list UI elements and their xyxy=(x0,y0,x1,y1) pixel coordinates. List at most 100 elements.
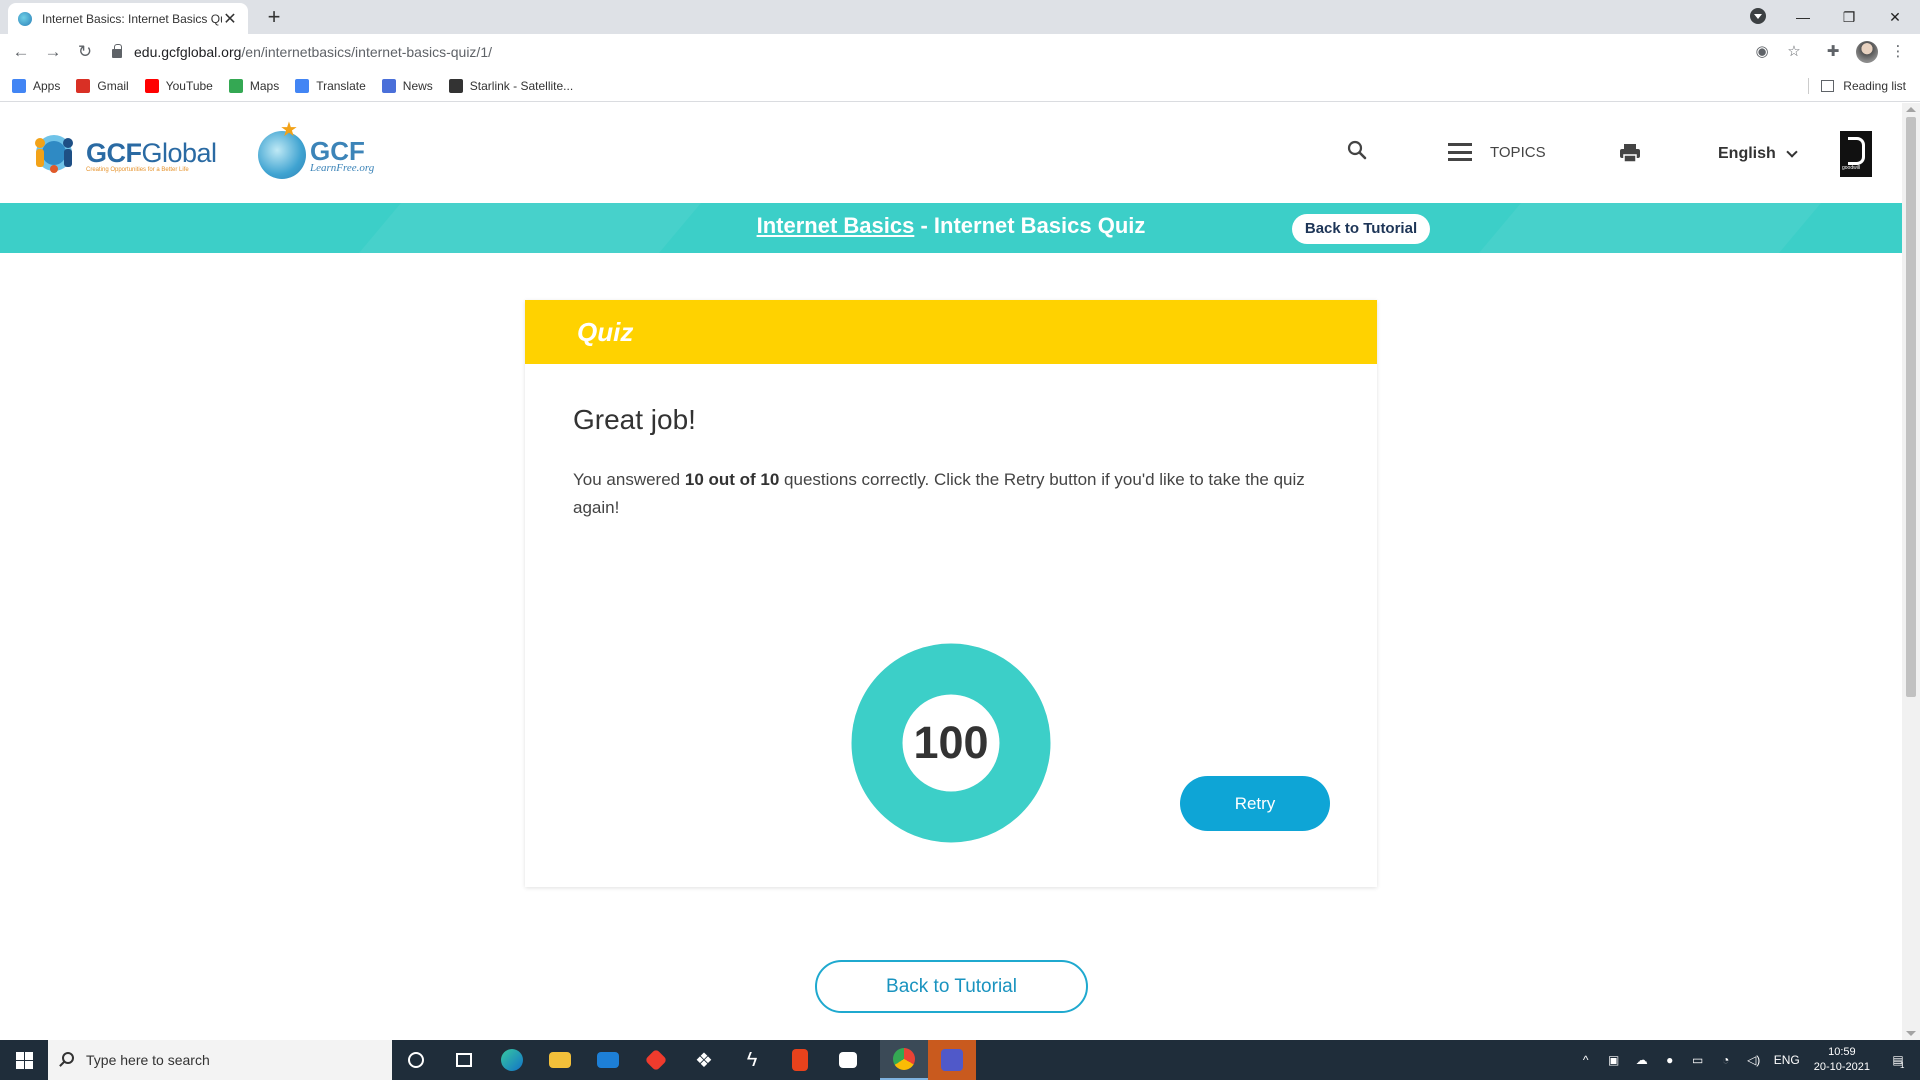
bookmark-item[interactable]: Gmail xyxy=(76,78,129,93)
close-tab-icon[interactable]: ✕ xyxy=(222,9,238,29)
forward-arrow-icon[interactable]: → xyxy=(42,41,64,63)
quiz-header: Quiz xyxy=(525,300,1377,364)
extensions-puzzle-icon[interactable]: ✚ xyxy=(1823,42,1843,60)
reading-list-button[interactable]: Reading list xyxy=(1821,70,1906,102)
bookmark-star-icon[interactable]: ☆ xyxy=(1784,42,1804,60)
hamburger-menu-icon xyxy=(1448,143,1472,161)
clock-date: 20-10-2021 xyxy=(1813,1061,1870,1073)
battery-icon[interactable]: ▭ xyxy=(1690,1053,1706,1067)
page-title: Internet Basics Quiz xyxy=(933,213,1146,238)
bookmark-item[interactable]: Starlink - Satellite... xyxy=(448,78,574,93)
search-icon xyxy=(62,1052,74,1064)
gcfglobal-logo[interactable]: GCFGlobal Creating Opportunities for a B… xyxy=(28,129,217,181)
youtube-icon xyxy=(144,78,159,93)
mail-icon[interactable] xyxy=(584,1040,632,1080)
tracking-eye-off-icon[interactable]: ◉ xyxy=(1752,42,1772,60)
print-icon[interactable] xyxy=(1619,143,1641,163)
notification-center-icon[interactable]: ▤ 1 xyxy=(1890,1053,1906,1070)
more-menu-icon[interactable]: ⋮ xyxy=(1888,42,1908,60)
back-to-tutorial-button[interactable]: Back to Tutorial xyxy=(815,960,1088,1013)
result-score: 10 out of 10 xyxy=(684,470,780,489)
lock-icon[interactable] xyxy=(112,44,122,58)
minimize-button[interactable]: — xyxy=(1780,0,1826,34)
language-select[interactable]: English xyxy=(1718,145,1798,163)
scroll-down-arrow-icon[interactable] xyxy=(1906,1031,1916,1036)
bookmark-item[interactable]: YouTube xyxy=(144,78,213,93)
clock-time: 10:59 xyxy=(1828,1046,1856,1058)
microphone-icon[interactable]: ● xyxy=(1662,1053,1678,1067)
wifi-icon[interactable]: ◔ xyxy=(1718,1053,1734,1067)
bookmark-label: Translate xyxy=(316,78,366,93)
web-page: GCFGlobal Creating Opportunities for a B… xyxy=(0,103,1902,1040)
edge-icon[interactable] xyxy=(488,1040,536,1080)
scrollbar-thumb[interactable] xyxy=(1906,117,1916,697)
language-label: English xyxy=(1718,145,1776,162)
score-value: 100 xyxy=(913,717,989,768)
browser-tab-active[interactable]: Internet Basics: Internet Basics Qu ✕ xyxy=(8,3,248,34)
close-window-button[interactable]: ✕ xyxy=(1872,0,1918,34)
office-icon[interactable] xyxy=(776,1040,824,1080)
new-tab-button[interactable]: + xyxy=(260,4,288,30)
score-ring: 100 xyxy=(851,643,1051,843)
gcf-learnfree-logo[interactable]: ★ GCF LearnFree.org xyxy=(258,119,375,179)
taskbar-clock[interactable]: 10:59 20-10-2021 xyxy=(1814,1045,1870,1075)
teams-icon[interactable] xyxy=(928,1040,976,1080)
bookmark-label: Starlink - Satellite... xyxy=(469,78,574,93)
bookmarks-separator xyxy=(1808,78,1809,94)
bookmark-item[interactable]: Translate xyxy=(295,78,366,93)
scroll-up-arrow-icon[interactable] xyxy=(1906,107,1916,112)
bookmark-label: Apps xyxy=(33,78,61,93)
result-prefix: You answered xyxy=(573,470,685,489)
topics-menu-button[interactable]: TOPICS xyxy=(1448,143,1546,161)
profile-avatar[interactable] xyxy=(1856,41,1878,63)
system-tray: ^ ▣ ☁ ● ▭ ◔ ◁) ENG 10:59 20-10-2021 ▤ 1 xyxy=(1572,1040,1920,1080)
windows-taskbar: Type here to search ❖ ϟ ^ ▣ ☁ ● ▭ ◔ ◁) E… xyxy=(0,1040,1920,1080)
anydesk-icon[interactable] xyxy=(632,1040,680,1080)
quiz-card: Quiz Great job! You answered 10 out of 1… xyxy=(525,300,1377,887)
onedrive-cloud-icon[interactable]: ☁ xyxy=(1634,1053,1650,1067)
topics-label: TOPICS xyxy=(1490,143,1546,161)
meet-now-icon[interactable]: ▣ xyxy=(1606,1053,1622,1067)
logo-gcf-text: GCF xyxy=(86,137,142,168)
dropbox-icon[interactable]: ❖ xyxy=(680,1040,728,1080)
course-link[interactable]: Internet Basics xyxy=(757,213,915,238)
file-explorer-icon[interactable] xyxy=(536,1040,584,1080)
input-language[interactable]: ENG xyxy=(1774,1053,1800,1067)
banner-back-to-tutorial-button[interactable]: Back to Tutorial xyxy=(1292,214,1430,244)
bookmark-item[interactable]: Maps xyxy=(228,78,279,93)
chevron-down-icon xyxy=(1786,146,1798,158)
search-icon[interactable] xyxy=(1346,139,1368,161)
back-arrow-icon[interactable]: ← xyxy=(10,41,32,63)
banner-separator: - xyxy=(914,213,934,238)
retry-button[interactable]: Retry xyxy=(1180,776,1330,831)
page-scrollbar[interactable] xyxy=(1902,103,1920,1040)
bookmark-item[interactable]: News xyxy=(381,78,433,93)
learnfree-gcf-text: GCF xyxy=(310,136,365,166)
starlink-icon xyxy=(448,78,463,93)
volume-icon[interactable]: ◁) xyxy=(1746,1053,1762,1067)
bookmark-label: News xyxy=(402,78,433,93)
cortana-icon[interactable] xyxy=(392,1040,440,1080)
task-view-icon[interactable] xyxy=(440,1040,488,1080)
reload-icon[interactable]: ↻ xyxy=(74,41,96,63)
windows-start-button[interactable] xyxy=(0,1040,48,1080)
address-bar[interactable]: edu.gcfglobal.org/en/internetbasics/inte… xyxy=(108,39,1788,65)
chrome-icon[interactable] xyxy=(880,1040,928,1080)
restore-button[interactable]: ❐ xyxy=(1826,0,1872,34)
translate-icon xyxy=(295,78,310,93)
taskbar-search-box[interactable]: Type here to search xyxy=(48,1040,392,1080)
result-heading: Great job! xyxy=(573,404,696,435)
power-automate-icon[interactable]: ϟ xyxy=(728,1040,776,1080)
gmail-icon xyxy=(76,78,91,93)
microsoft-store-icon[interactable] xyxy=(824,1040,872,1080)
tab-search-icon[interactable] xyxy=(1750,8,1766,24)
course-banner: Internet Basics - Internet Basics Quiz xyxy=(0,203,1902,253)
url-path: /en/internetbasics/internet-basics-quiz/… xyxy=(241,44,492,60)
goodwill-logo[interactable] xyxy=(1840,131,1872,177)
learnfree-globe-icon: ★ xyxy=(258,119,306,179)
gcf-favicon-icon xyxy=(18,11,32,26)
show-hidden-icons-chevron-icon[interactable]: ^ xyxy=(1578,1053,1594,1067)
bookmark-item[interactable]: Apps xyxy=(12,78,61,93)
browser-toolbar: ← → ↻ edu.gcfglobal.org/en/internetbasic… xyxy=(0,34,1920,70)
learnfree-text: LearnFree.org xyxy=(310,162,375,174)
